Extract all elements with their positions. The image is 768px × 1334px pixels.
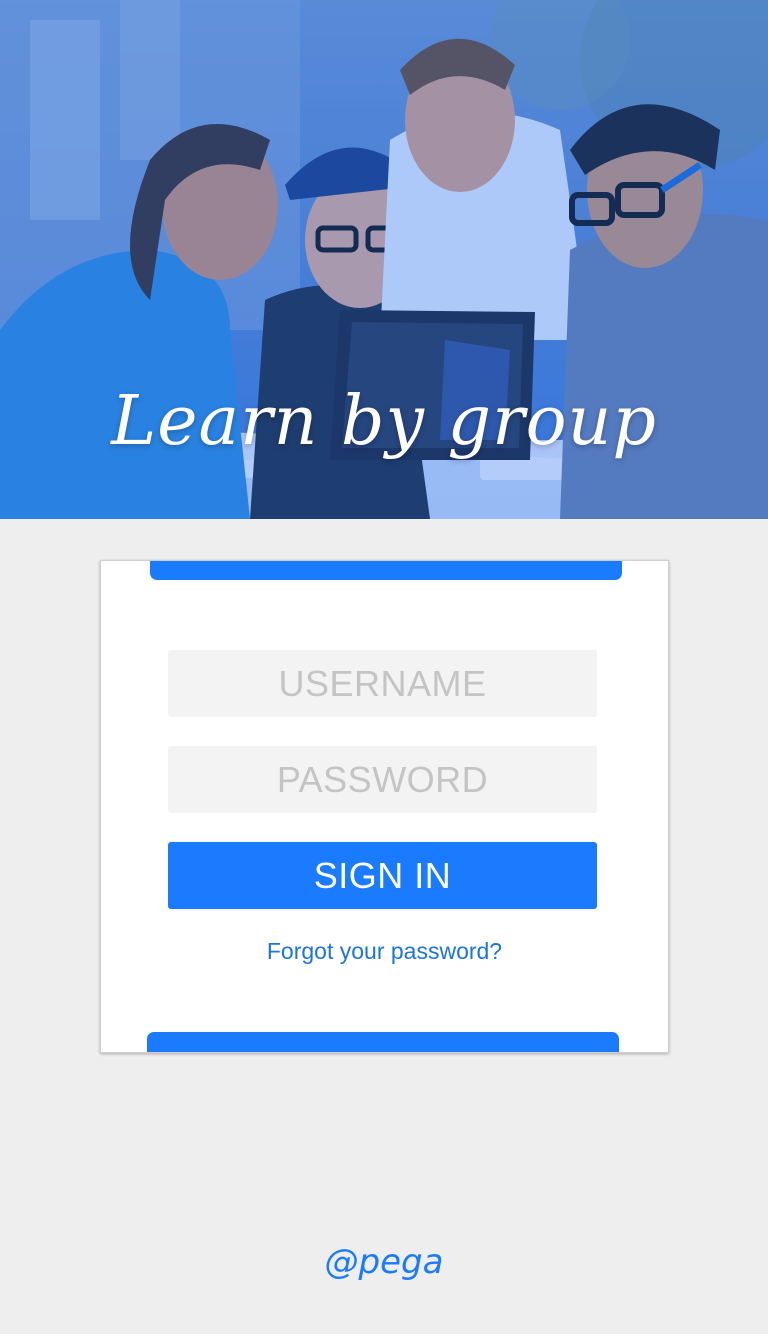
card-top-accent-bar bbox=[150, 561, 622, 580]
card-bottom-accent-bar bbox=[147, 1032, 619, 1052]
forgot-password-link[interactable]: Forgot your password? bbox=[101, 938, 668, 965]
username-input[interactable] bbox=[168, 650, 597, 717]
footer-brand: @pega bbox=[324, 1242, 444, 1282]
sign-in-button[interactable]: SIGN IN bbox=[168, 842, 597, 909]
hero-banner: Learn by group bbox=[0, 0, 768, 519]
password-input[interactable] bbox=[168, 746, 597, 813]
hero-title: Learn by group bbox=[111, 382, 657, 461]
login-card: SIGN IN Forgot your password? bbox=[100, 560, 669, 1053]
